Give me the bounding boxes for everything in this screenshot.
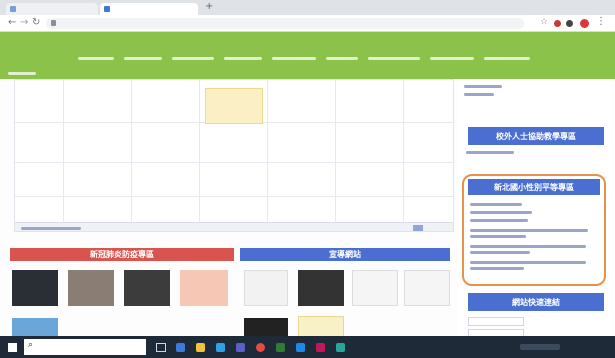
- browser-icon[interactable]: [252, 336, 269, 358]
- banner-title: 新冠肺炎防疫專區: [90, 250, 154, 259]
- thumbnail[interactable]: [352, 270, 398, 306]
- profile-avatar[interactable]: [580, 19, 589, 28]
- nav-item[interactable]: [272, 45, 320, 64]
- tab-strip: +: [0, 0, 615, 15]
- app-icon[interactable]: [212, 336, 229, 358]
- forward-icon[interactable]: →: [20, 17, 28, 28]
- favicon-icon: [104, 6, 110, 12]
- menu-icon[interactable]: ⋮: [596, 16, 606, 27]
- covid-banner[interactable]: 新冠肺炎防疫專區: [10, 248, 234, 261]
- browser-tab-1[interactable]: [6, 3, 98, 15]
- section-title: 網站快速連結: [512, 297, 560, 307]
- app-icon[interactable]: [332, 336, 349, 358]
- sidebar-link[interactable]: [470, 245, 586, 254]
- browser-tab-2[interactable]: [100, 3, 198, 15]
- nav-item-login[interactable]: [8, 60, 38, 79]
- calendar-panel: [14, 79, 454, 232]
- nav-item[interactable]: [224, 45, 266, 64]
- sidebar: 校外人士協助教學專區 新北國小性別平等專區 網站快速連結: [458, 79, 611, 341]
- app-icon[interactable]: [232, 336, 249, 358]
- new-tab-button[interactable]: +: [205, 1, 213, 12]
- sidebar-link[interactable]: [466, 151, 514, 154]
- nav-item[interactable]: [368, 45, 424, 64]
- app-icon[interactable]: [272, 336, 289, 358]
- window-controls[interactable]: [580, 2, 610, 12]
- sidebar-link[interactable]: [470, 203, 522, 206]
- star-icon[interactable]: ☆: [540, 17, 548, 27]
- thumbnail[interactable]: [298, 270, 344, 306]
- search-icon: ⌕: [28, 340, 34, 350]
- app-icon[interactable]: [292, 336, 309, 358]
- app-icon[interactable]: [192, 336, 209, 358]
- scroll-handle[interactable]: [413, 225, 423, 231]
- thumbnail[interactable]: [180, 270, 228, 306]
- calendar-footer: [15, 222, 453, 231]
- back-icon[interactable]: ←: [8, 17, 16, 28]
- section-header-outside-teachers[interactable]: 校外人士協助教學專區: [468, 127, 604, 145]
- promo-banner[interactable]: 宣導網站: [240, 248, 450, 261]
- sidebar-link[interactable]: [470, 261, 586, 270]
- section-title: 校外人士協助教學專區: [496, 131, 576, 141]
- url-bar[interactable]: [46, 18, 524, 29]
- extension-icon[interactable]: [554, 20, 561, 27]
- windows-start-icon[interactable]: [8, 343, 17, 352]
- banner-title: 宣導網站: [329, 250, 361, 259]
- sidebar-link[interactable]: [470, 229, 588, 238]
- site-nav: [0, 32, 615, 85]
- nav-item[interactable]: [484, 45, 534, 64]
- system-tray[interactable]: [520, 344, 560, 350]
- thumbnail[interactable]: [68, 270, 114, 306]
- favicon-icon: [10, 6, 16, 12]
- thumbnail[interactable]: [124, 270, 170, 306]
- app-icon[interactable]: [312, 336, 329, 358]
- taskview-icon[interactable]: [152, 336, 169, 358]
- sidebar-link[interactable]: [464, 85, 502, 88]
- section-header-quick-links[interactable]: 網站快速連結: [468, 293, 604, 311]
- address-toolbar: ← → ↻ ☆ ⋮: [0, 15, 615, 32]
- sidebar-link[interactable]: [470, 219, 528, 222]
- nav-item[interactable]: [124, 45, 166, 64]
- extension-icon[interactable]: [566, 20, 573, 27]
- taskbar-search[interactable]: ⌕: [24, 339, 146, 355]
- nav-item[interactable]: [430, 45, 478, 64]
- nav-item[interactable]: [326, 45, 362, 64]
- lock-icon: [51, 20, 56, 26]
- nav-item[interactable]: [172, 45, 218, 64]
- sidebar-link[interactable]: [470, 211, 532, 214]
- section-header-gender-equality[interactable]: 新北國小性別平等專區: [468, 179, 600, 195]
- taskbar: ⌕: [0, 336, 615, 358]
- app-icon[interactable]: [172, 336, 189, 358]
- thumbnail[interactable]: [12, 270, 58, 306]
- nav-item[interactable]: [78, 45, 118, 64]
- calendar-event[interactable]: [205, 88, 263, 124]
- quick-link[interactable]: [468, 317, 524, 326]
- sidebar-link[interactable]: [464, 93, 494, 96]
- thumbnail[interactable]: [244, 270, 288, 306]
- section-title: 新北國小性別平等專區: [494, 182, 574, 192]
- thumbnail[interactable]: [404, 270, 450, 306]
- reload-icon[interactable]: ↻: [32, 17, 40, 28]
